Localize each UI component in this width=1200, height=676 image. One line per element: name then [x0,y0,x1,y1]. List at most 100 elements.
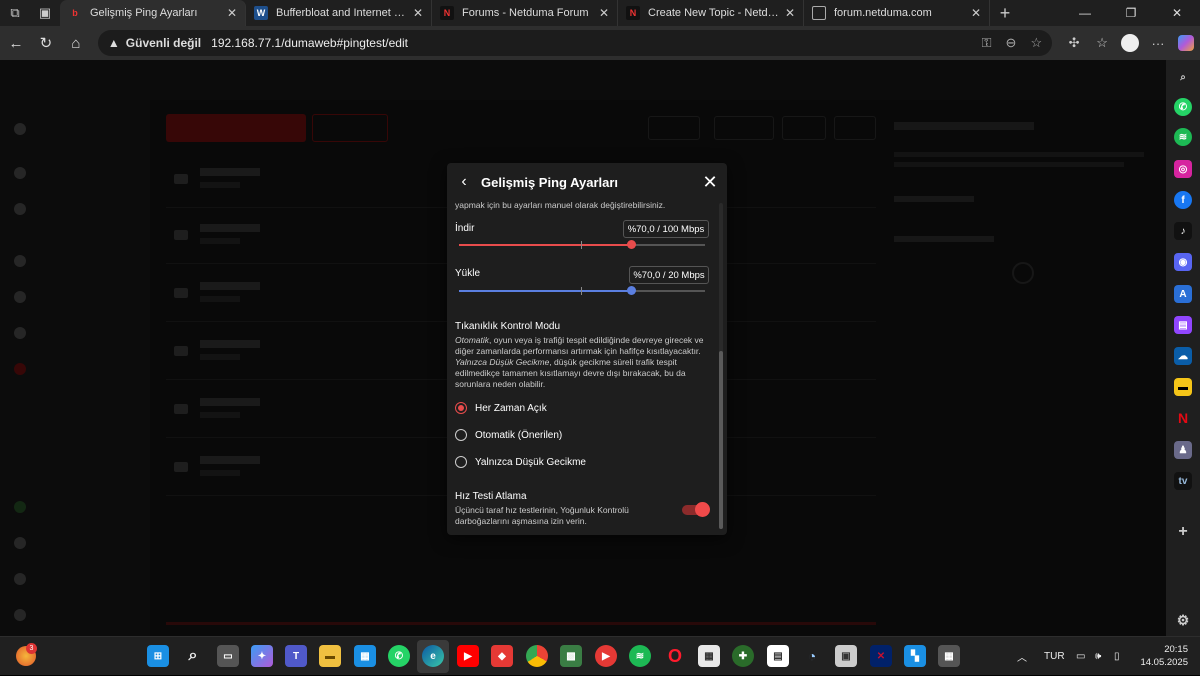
tab-bufferbloat[interactable]: W Bufferbloat and Internet Speed Te ✕ [246,0,432,26]
xbox-icon[interactable]: ✚ [732,645,754,667]
tab-gelismis-ping[interactable]: b Gelişmiş Ping Ayarları ✕ [60,0,246,26]
upload-slider-handle[interactable] [626,286,636,295]
opera-icon[interactable]: O [664,645,686,667]
flag-icon[interactable]: ✕ [870,645,892,667]
radio-label: Otomatik (Önerilen) [475,429,563,441]
home-icon[interactable]: ⌂ [62,29,90,57]
spotify-icon[interactable]: ≋ [1174,128,1192,146]
address-bar[interactable]: ▲ Güvenli değil 192.168.77.1/dumaweb#pin… [97,30,1053,56]
modal-scrollbar[interactable] [719,203,723,529]
workspaces-icon[interactable]: ⧉ [0,0,30,26]
search-icon[interactable]: ⌕ [182,645,204,667]
store-bag-icon[interactable]: ▦ [698,645,720,667]
download-slider[interactable] [459,240,705,249]
radio-automatic[interactable]: Otomatik (Önerilen) [455,427,562,443]
instagram-icon[interactable]: ◎ [1174,160,1192,178]
imdb-icon[interactable]: ▬ [1174,378,1192,396]
document-icon[interactable]: ▤ [767,645,789,667]
radio-button[interactable] [455,456,467,468]
favorite-star-icon[interactable]: ☆ [1030,35,1042,51]
game-icon[interactable]: ♟ [1174,441,1192,459]
clock[interactable]: 20:15 14.05.2025 [1138,643,1188,669]
tab-forums[interactable]: N Forums - Netduma Forum ✕ [432,0,618,26]
back-icon[interactable]: ← [2,29,30,57]
close-tab-icon[interactable]: ✕ [971,6,981,20]
speedometer-icon[interactable]: ◔ [801,645,823,667]
battery-icon[interactable]: ▯ [1114,637,1120,676]
edge-sidebar: ⌕ ✆ ≋ ◎ f ♪ ◉ A ▤ ☁ ▬ N ♟ tv + ⚙ [1166,60,1200,636]
store-icon[interactable]: ▦ [354,645,376,667]
tiktok-icon[interactable]: ♪ [1174,222,1192,240]
download-slider-handle[interactable] [626,240,636,249]
close-window-icon[interactable]: ✕ [1154,0,1200,26]
close-tab-icon[interactable]: ✕ [599,6,609,20]
tray-chevron-icon[interactable]: ︿ [1017,637,1027,676]
slider-tick [581,287,582,295]
url-text[interactable]: 192.168.77.1/dumaweb#pingtest/edit [211,36,967,50]
copilot-icon[interactable] [1172,35,1200,51]
facebook-icon[interactable]: f [1174,191,1192,209]
chrome-icon[interactable] [526,645,548,667]
add-icon[interactable]: + [1174,523,1192,541]
tab-title: Bufferbloat and Internet Speed Te [276,7,407,19]
close-icon[interactable]: ✕ [693,172,727,193]
language-indicator[interactable]: TUR [1044,637,1065,676]
zoom-icon[interactable]: ⊖ [1006,35,1017,51]
whatsapp-icon[interactable]: ✆ [388,645,410,667]
edge-icon[interactable]: e [422,645,444,667]
copilot-icon[interactable]: ✦ [251,645,273,667]
volume-icon[interactable]: 🕪 [1095,637,1101,676]
warning-icon[interactable]: ▲ [108,36,120,50]
tab-create-topic[interactable]: N Create New Topic - Netduma Foru ✕ [618,0,804,26]
app-icon[interactable]: A [1174,285,1192,303]
monitor-app-icon[interactable]: ▣ [835,645,857,667]
netflix-icon[interactable]: N [1174,409,1192,427]
tab-forum-netduma[interactable]: forum.netduma.com ✕ [804,0,990,26]
speedtest-bypass-toggle[interactable] [682,502,710,517]
calculator-icon[interactable]: ▦ [938,645,960,667]
start-icon[interactable]: ⊞ [147,645,169,667]
security-label[interactable]: Güvenli değil [126,36,201,50]
extensions-icon[interactable]: ✣ [1060,35,1088,51]
refresh-icon[interactable]: ↻ [32,29,60,57]
toggle-knob [695,502,710,517]
minimize-icon[interactable]: — [1062,0,1108,26]
scrollbar-thumb[interactable] [719,351,723,529]
app-icon[interactable]: ◆ [491,645,513,667]
close-tab-icon[interactable]: ✕ [785,6,795,20]
maximize-icon[interactable]: ❐ [1108,0,1154,26]
file-explorer-icon[interactable]: ▬ [319,645,341,667]
weather-icon[interactable]: ☁ [1174,347,1192,365]
radio-button[interactable] [455,402,467,414]
key-icon[interactable]: ⚿ [982,35,992,51]
close-tab-icon[interactable]: ✕ [227,6,237,20]
remote-desktop-icon[interactable]: ▚ [904,645,926,667]
gear-icon[interactable]: ⚙ [1174,611,1192,629]
upload-slider[interactable] [459,286,705,295]
tab-actions-icon[interactable]: ▣ [30,0,60,26]
music-icon[interactable]: ▶ [595,645,617,667]
favorites-icon[interactable]: ☆ [1088,35,1116,51]
task-view-icon[interactable]: ▭ [217,645,239,667]
new-tab-icon[interactable]: + [990,0,1020,26]
radio-always-on[interactable]: Her Zaman Açık [455,400,547,416]
discord-icon[interactable]: ◉ [1174,253,1192,271]
teams-icon[interactable]: T [285,645,307,667]
youtube-icon[interactable]: ▶ [457,645,479,667]
tab-strip: ⧉ ▣ b Gelişmiş Ping Ayarları ✕ W Bufferb… [0,0,1200,26]
close-tab-icon[interactable]: ✕ [413,6,423,20]
radio-button[interactable] [455,429,467,441]
twitch-icon[interactable]: ▤ [1174,316,1192,334]
spotify-icon[interactable]: ≋ [629,645,651,667]
back-chevron-icon[interactable]: ‹ [447,173,481,191]
netduma-icon: N [626,6,640,20]
whatsapp-icon[interactable]: ✆ [1174,98,1192,116]
more-menu-icon[interactable]: ··· [1144,36,1172,51]
profile-avatar[interactable] [1116,34,1144,52]
congestion-heading: Tıkanıklık Kontrol Modu [455,321,561,332]
tv-icon[interactable]: tv [1174,472,1192,490]
search-icon[interactable]: ⌕ [1174,68,1192,86]
network-icon[interactable]: ▭ [1076,637,1085,676]
minecraft-icon[interactable]: ▩ [560,645,582,667]
radio-low-latency-only[interactable]: Yalnızca Düşük Gecikme [455,454,586,470]
